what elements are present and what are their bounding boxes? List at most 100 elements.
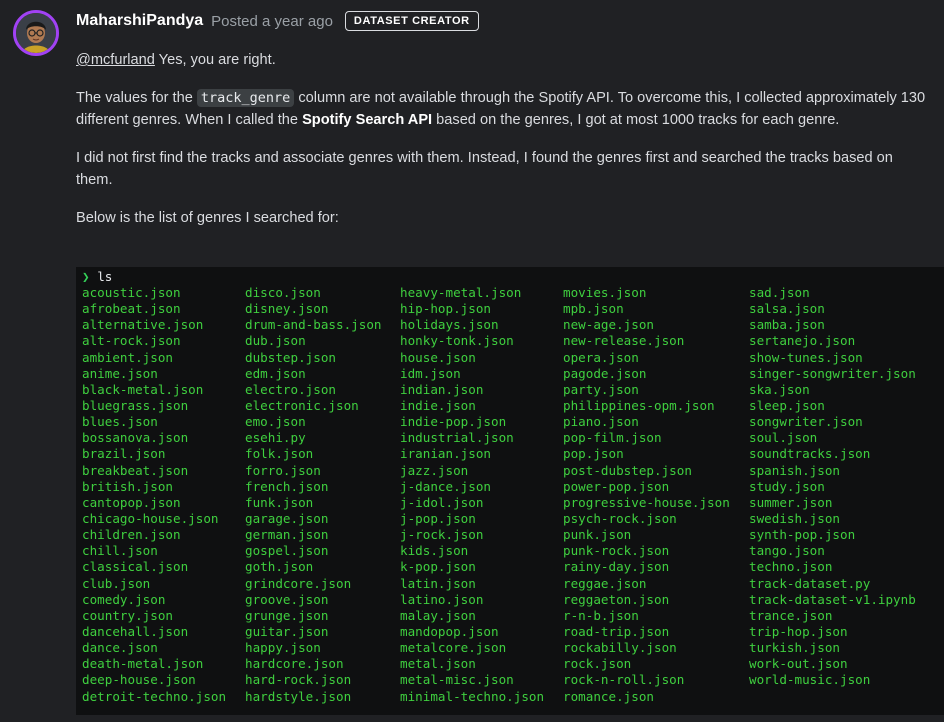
file-entry: house.json: [400, 349, 476, 365]
file-entry: trance.json: [749, 607, 833, 623]
file-entry: afrobeat.json: [82, 301, 181, 317]
posted-time: Posted a year ago: [211, 12, 333, 30]
file-entry: indie.json: [400, 397, 476, 413]
file-entry: salsa.json: [749, 301, 825, 317]
p2-text-a: The values for the: [76, 90, 197, 106]
file-entry: german.json: [245, 527, 329, 543]
file-entry: philippines-opm.json: [563, 397, 715, 413]
terminal-command: ls: [97, 269, 113, 284]
file-entry: anime.json: [82, 365, 158, 381]
file-entry: alt-rock.json: [82, 333, 181, 349]
file-entry: minimal-techno.json: [400, 688, 545, 704]
file-entry: industrial.json: [400, 430, 514, 446]
file-entry: breakbeat.json: [82, 462, 189, 478]
file-column-3: heavy-metal.json hip-hop.json holidays.jso…: [400, 285, 544, 705]
file-entry: show-tunes.json: [749, 349, 863, 365]
file-entry: reggae.json: [563, 575, 647, 591]
file-entry: pagode.json: [563, 365, 647, 381]
file-entry: j-idol.json: [400, 494, 484, 510]
file-entry: romance.json: [563, 688, 654, 704]
file-entry: pop.json: [563, 446, 624, 462]
mention-link[interactable]: @mcfurland: [76, 52, 155, 68]
file-entry: latin.json: [400, 575, 476, 591]
file-entry: work-out.json: [749, 656, 848, 672]
file-entry: j-dance.json: [400, 478, 491, 494]
file-entry: r-n-b.json: [563, 607, 639, 623]
file-entry: mandopop.json: [400, 623, 499, 639]
file-entry: bluegrass.json: [82, 397, 189, 413]
file-entry: idm.json: [400, 365, 461, 381]
avatar[interactable]: [13, 10, 59, 56]
file-entry: esehi.py: [245, 430, 306, 446]
file-entry: j-pop.json: [400, 510, 476, 526]
file-entry: guitar.json: [245, 623, 329, 639]
file-entry: power-pop.json: [563, 478, 670, 494]
file-entry: hard-rock.json: [245, 672, 352, 688]
file-entry: piano.json: [563, 414, 639, 430]
file-column-2: disco.json disney.json drum-and-bass.json d…: [245, 285, 381, 705]
file-entry: happy.json: [245, 640, 321, 656]
file-entry: holidays.json: [400, 317, 499, 333]
file-entry: party.json: [563, 381, 639, 397]
file-entry: chicago-house.json: [82, 510, 219, 526]
file-entry: metal-misc.json: [400, 672, 514, 688]
file-entry: rockabilly.json: [563, 640, 677, 656]
file-entry: french.json: [245, 478, 329, 494]
file-entry: gospel.json: [245, 543, 329, 559]
file-entry: tango.json: [749, 543, 825, 559]
file-entry: electronic.json: [245, 397, 359, 413]
spotify-search-api-text: Spotify Search API: [302, 112, 433, 128]
file-entry: sad.json: [749, 285, 810, 300]
author-link[interactable]: MaharshiPandya: [76, 12, 203, 30]
file-entry: hardstyle.json: [245, 688, 352, 704]
file-entry: honky-tonk.json: [400, 333, 514, 349]
file-entry: punk-rock.json: [563, 543, 670, 559]
file-entry: jazz.json: [400, 462, 469, 478]
file-entry: garage.json: [245, 510, 329, 526]
terminal-output: ❯ ls acoustic.json afrobeat.json alternati…: [76, 267, 944, 715]
file-entry: chill.json: [82, 543, 158, 559]
post-header: MaharshiPandya Posted a year ago DATASET…: [76, 8, 479, 34]
file-entry: indian.json: [400, 381, 484, 397]
file-entry: soul.json: [749, 430, 818, 446]
terminal-prompt: ❯ ls: [82, 269, 112, 285]
file-entry: new-age.json: [563, 317, 654, 333]
file-entry: disco.json: [245, 285, 321, 300]
file-entry: opera.json: [563, 349, 639, 365]
file-entry: synth-pop.json: [749, 527, 856, 543]
file-entry: sertanejo.json: [749, 333, 856, 349]
file-entry: post-dubstep.json: [563, 462, 692, 478]
file-entry: detroit-techno.json: [82, 688, 227, 704]
file-entry: heavy-metal.json: [400, 285, 522, 300]
file-column-1: acoustic.json afrobeat.json alternative.js…: [82, 285, 226, 705]
user-avatar-icon: [16, 13, 56, 53]
file-entry: deep-house.json: [82, 672, 196, 688]
dataset-creator-badge: DATASET CREATOR: [344, 11, 479, 31]
file-entry: drum-and-bass.json: [245, 317, 382, 333]
file-column-5: sad.json salsa.json samba.json sertanejo.js…: [749, 285, 916, 689]
file-entry: trip-hop.json: [749, 623, 848, 639]
file-entry: ambient.json: [82, 349, 173, 365]
file-entry: soundtracks.json: [749, 446, 871, 462]
file-entry: reggaeton.json: [563, 591, 670, 607]
file-entry: road-trip.json: [563, 623, 670, 639]
file-entry: sleep.json: [749, 397, 825, 413]
file-entry: spanish.json: [749, 462, 840, 478]
file-entry: grunge.json: [245, 607, 329, 623]
file-entry: metal.json: [400, 656, 476, 672]
file-entry: cantopop.json: [82, 494, 181, 510]
file-entry: summer.json: [749, 494, 833, 510]
file-entry: funk.json: [245, 494, 314, 510]
file-entry: track-dataset-v1.ipynb: [749, 591, 916, 607]
file-entry: blues.json: [82, 414, 158, 430]
file-entry: emo.json: [245, 414, 306, 430]
file-entry: children.json: [82, 527, 181, 543]
file-entry: country.json: [82, 607, 173, 623]
file-entry: hardcore.json: [245, 656, 344, 672]
file-entry: samba.json: [749, 317, 825, 333]
file-entry: folk.json: [245, 446, 314, 462]
file-entry: k-pop.json: [400, 559, 476, 575]
file-entry: punk.json: [563, 527, 632, 543]
file-entry: dance.json: [82, 640, 158, 656]
track-genre-code: track_genre: [196, 89, 295, 107]
